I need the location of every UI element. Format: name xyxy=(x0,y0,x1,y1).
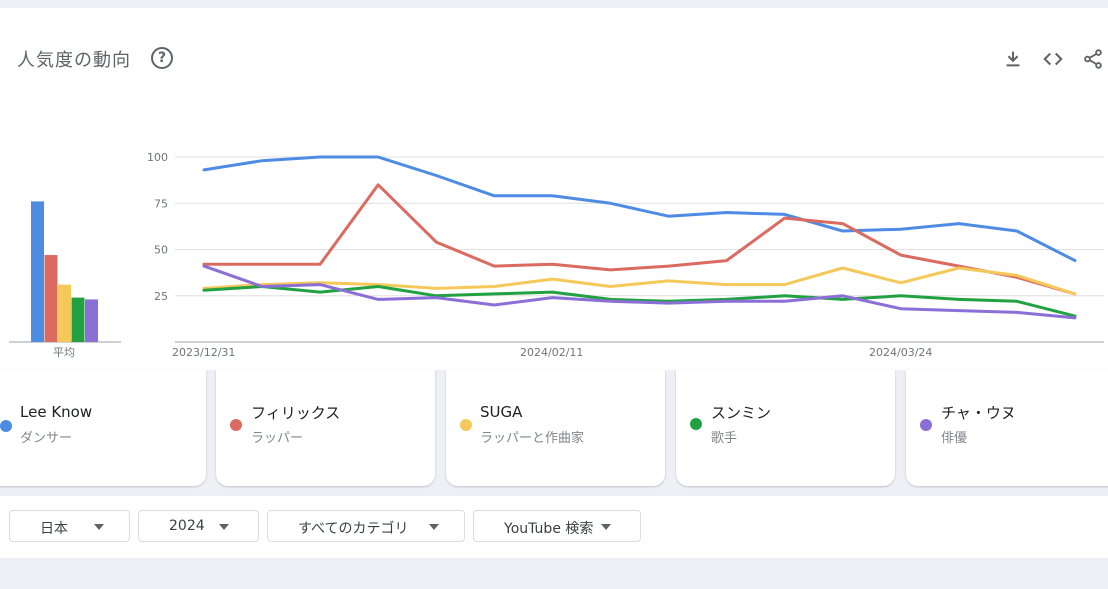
y-tick-label: 50 xyxy=(154,244,168,257)
x-tick-label: 2024/02/11 xyxy=(520,346,583,359)
period-filter[interactable]: 2024 xyxy=(138,510,259,542)
legend-card-seungmin[interactable]: スンミン 歌手 xyxy=(676,370,895,486)
search-type-filter-label: YouTube 検索 xyxy=(504,521,594,537)
legend-subtitle: 俳優 xyxy=(941,431,968,446)
average-bar-0[interactable] xyxy=(31,201,44,342)
trend-chart: 平均 100 75 50 25 2023/12/31 2024/02/11 2024/03/… xyxy=(9,151,1104,359)
search-type-filter[interactable]: YouTube 検索 xyxy=(473,510,641,542)
legend-color-dot xyxy=(460,419,472,431)
legend-name: Lee Know xyxy=(20,403,93,421)
average-bar-4[interactable] xyxy=(85,299,98,342)
y-tick-label: 25 xyxy=(154,290,168,303)
legend-name: SUGA xyxy=(480,403,523,421)
period-filter-label: 2024 xyxy=(169,518,205,534)
legend-name: チャ・ウヌ xyxy=(941,404,1016,422)
series-line-1[interactable] xyxy=(202,183,1077,296)
dropdown-caret-icon xyxy=(94,524,104,530)
dropdown-caret-icon xyxy=(219,524,229,530)
filter-bar: 日本 2024 すべてのカテゴリ YouTube 検索 xyxy=(0,496,1108,558)
x-tick-label: 2024/03/24 xyxy=(869,346,932,359)
legend-subtitle: ダンサー xyxy=(20,431,73,446)
average-label: 平均 xyxy=(53,346,75,359)
y-tick-label: 100 xyxy=(147,151,168,164)
region-filter-label: 日本 xyxy=(40,521,68,537)
category-filter[interactable]: すべてのカテゴリ xyxy=(267,510,465,542)
dropdown-caret-icon xyxy=(601,524,611,530)
legend-card-cha-eunwoo[interactable]: チャ・ウヌ 俳優 xyxy=(906,370,1108,486)
legend-name: フィリックス xyxy=(251,404,341,422)
legend-card-lee-know[interactable]: Lee Know ダンサー xyxy=(0,370,206,486)
average-bars xyxy=(9,201,121,343)
category-filter-label: すべてのカテゴリ xyxy=(298,521,409,537)
x-tick-label: 2023/12/31 xyxy=(172,346,235,359)
legend-color-dot xyxy=(0,420,12,432)
average-bar-1[interactable] xyxy=(44,255,58,342)
legend-name: スンミン xyxy=(711,404,772,422)
legend-card-suga[interactable]: SUGA ラッパーと作曲家 xyxy=(446,370,665,486)
region-filter[interactable]: 日本 xyxy=(9,510,130,542)
legend-card-felix[interactable]: フィリックス ラッパー xyxy=(216,370,435,486)
legend-subtitle: ラッパーと作曲家 xyxy=(480,431,585,446)
chart-series xyxy=(202,155,1077,320)
legend-subtitle: ラッパー xyxy=(251,431,304,446)
chart-grid: 100 75 50 25 2023/12/31 2024/02/11 2024/03/24 xyxy=(147,151,1104,359)
legend-subtitle: 歌手 xyxy=(711,431,738,446)
y-tick-label: 75 xyxy=(154,197,168,210)
average-bar-2[interactable] xyxy=(58,284,71,342)
legend-color-dot xyxy=(690,418,702,430)
legend-color-dot xyxy=(920,419,932,431)
average-bar-3[interactable] xyxy=(71,297,85,342)
dropdown-caret-icon xyxy=(429,524,439,530)
legend-color-dot xyxy=(230,419,242,431)
